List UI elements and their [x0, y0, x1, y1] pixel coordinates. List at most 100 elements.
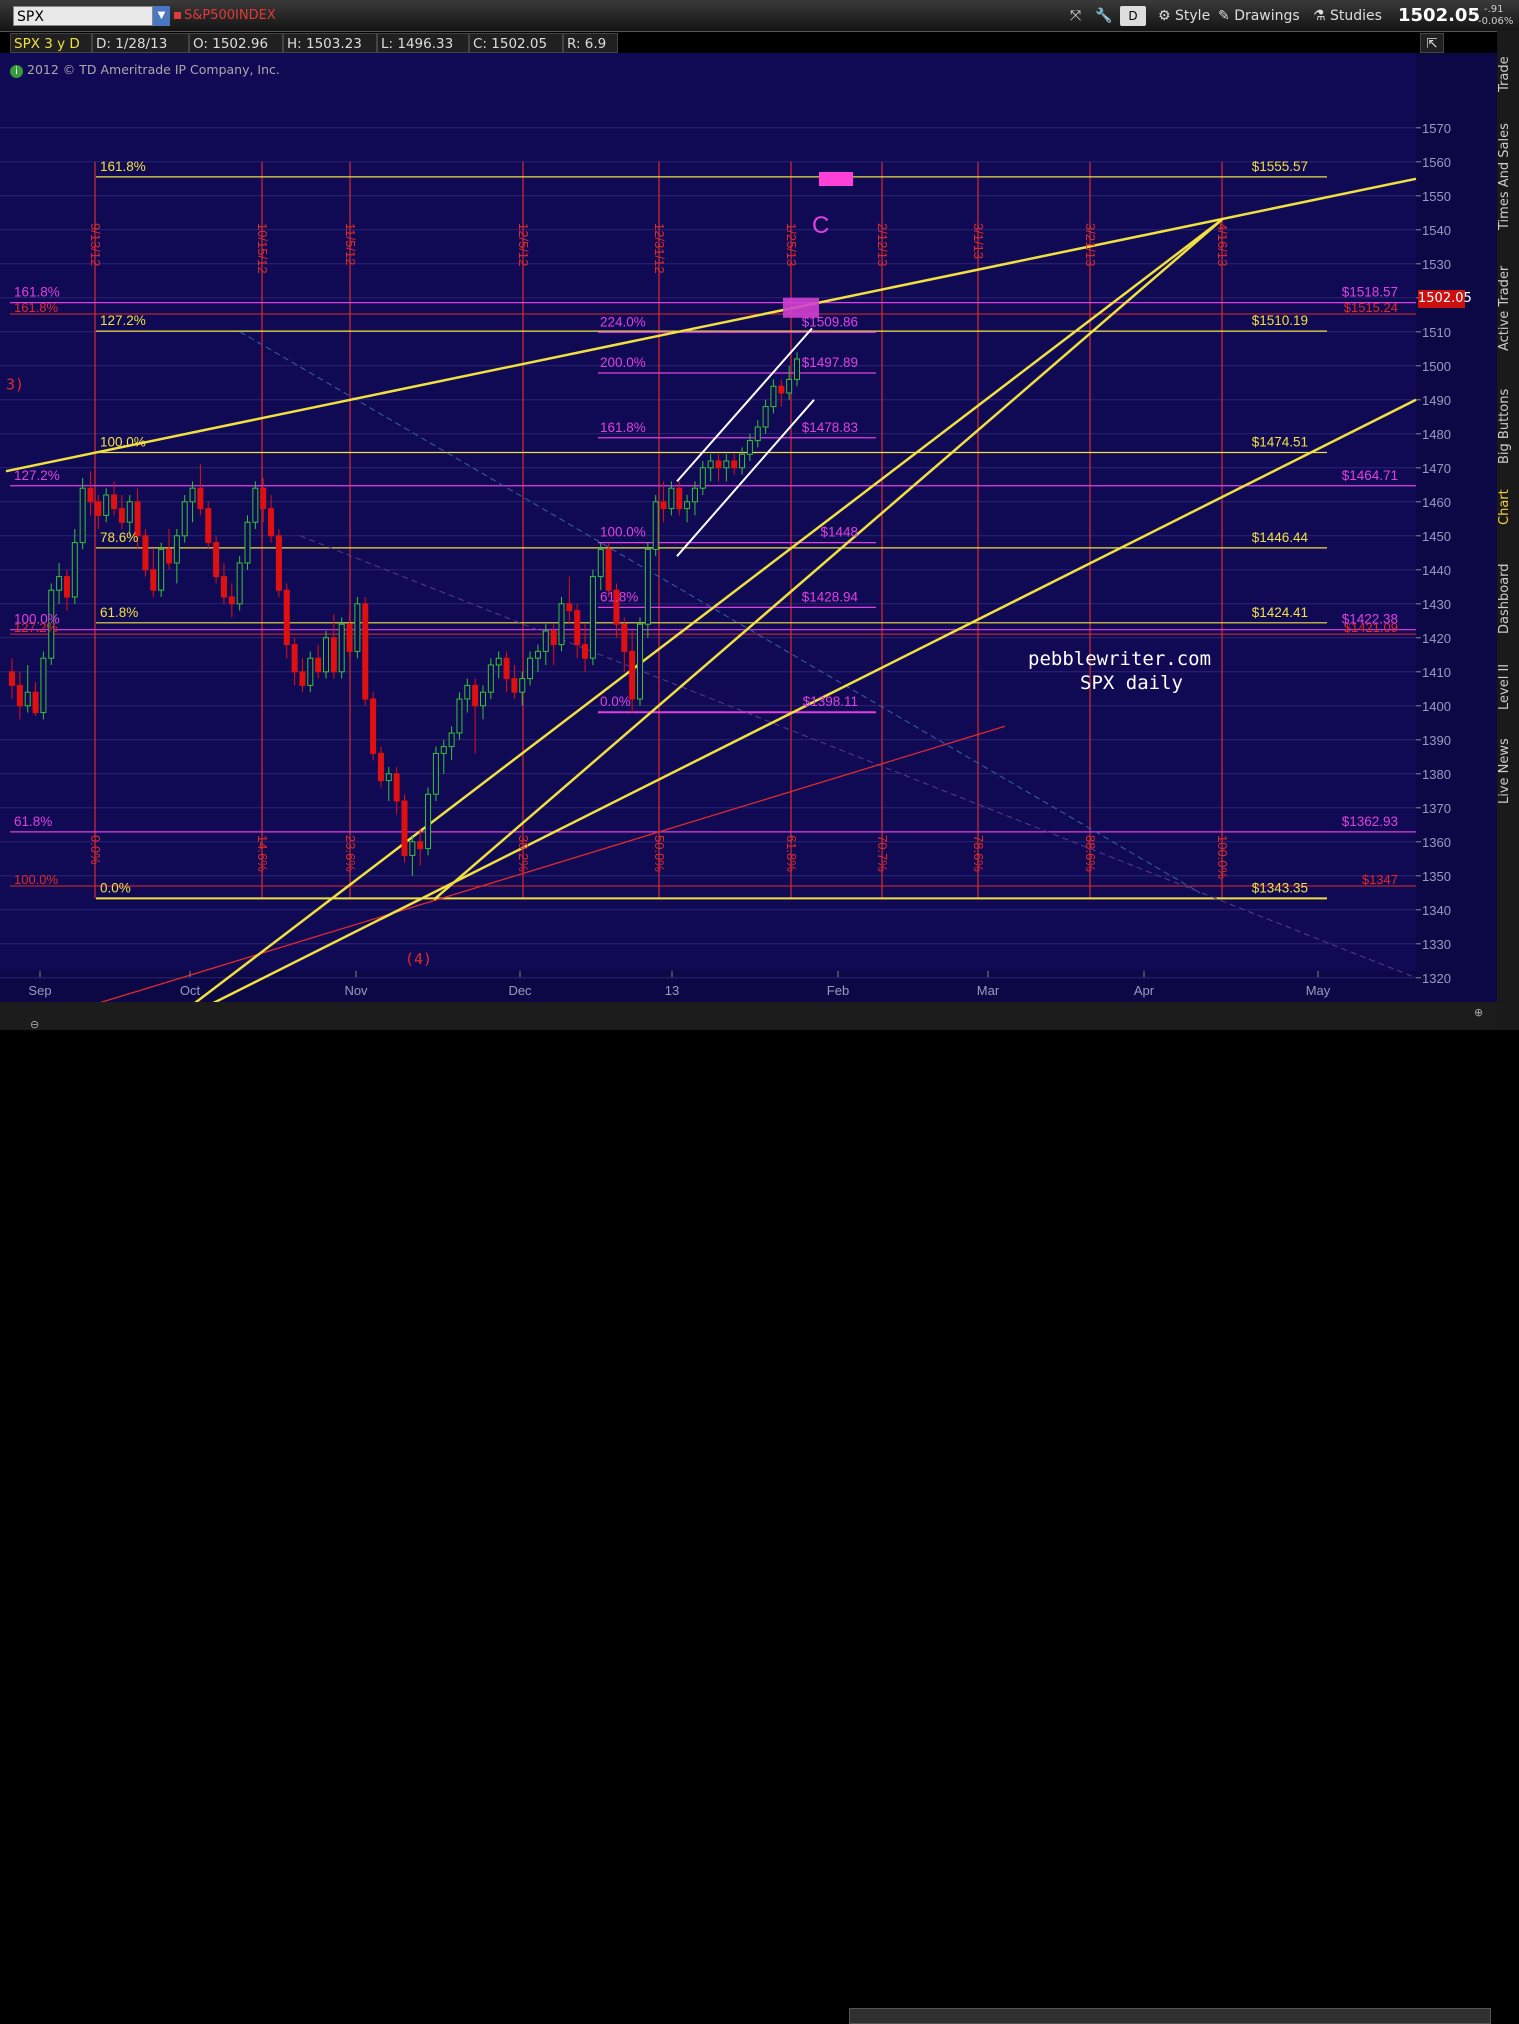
y-tick-label: 1370 — [1422, 801, 1451, 816]
zoom-icon[interactable]: ⤧ — [1070, 6, 1081, 26]
target-box-upper — [819, 172, 853, 186]
time-scrollbar[interactable] — [849, 2008, 1491, 2024]
candle-body — [691, 487, 698, 503]
candle-body — [739, 453, 746, 469]
candle-body — [582, 644, 589, 659]
candle-body — [323, 637, 329, 673]
candle-body — [362, 603, 369, 700]
time-pct-label: 38.2% — [516, 835, 531, 872]
candle-body — [32, 691, 39, 714]
time-date-label: 12/31/12 — [652, 223, 667, 274]
mid-fib-price: $1448 — [820, 525, 858, 540]
candle-body — [684, 501, 691, 510]
cursor-mode-icon[interactable]: ⇱ — [1420, 33, 1444, 53]
candle-body — [480, 691, 486, 707]
candle-body — [605, 548, 612, 591]
chart-plot[interactable]: 9/13/12 0.0% 10/15/12 14.6% 11/5/12 23.6% 12/5… — [0, 31, 1497, 1003]
y-tick-label: 1360 — [1422, 835, 1451, 850]
y-tick-label: 1320 — [1422, 971, 1451, 986]
candle-body — [676, 487, 683, 510]
candle-body — [707, 460, 714, 469]
y-tick-label: 1500 — [1422, 359, 1451, 374]
tab-trade[interactable]: Trade — [1497, 39, 1519, 109]
period-d-button[interactable]: D — [1120, 6, 1146, 26]
yellow-level-pct: 78.6% — [100, 530, 138, 545]
candle-body — [9, 671, 15, 686]
mid-fib-price: $1398.11 — [803, 694, 858, 709]
time-pct-label: 61.8% — [784, 835, 799, 872]
range-field: R: 6.9 — [563, 33, 618, 53]
candle-body — [315, 657, 322, 673]
mid-fib-pct: 161.8% — [600, 420, 646, 435]
wrench-icon[interactable]: 🔧 — [1095, 6, 1112, 26]
yellow-level-pct: 61.8% — [100, 605, 138, 620]
symbol-dropdown-button[interactable]: ▼ — [153, 6, 170, 26]
mid-fib-pct: 224.0% — [600, 314, 646, 329]
y-tick-label: 1530 — [1422, 257, 1451, 272]
y-tick-label: 1380 — [1422, 767, 1451, 782]
tab-level-ii[interactable]: Level II — [1497, 657, 1519, 717]
symbol-description-text: S&P500INDEX — [184, 8, 276, 23]
price-change: -.91 — [1484, 4, 1504, 15]
studies-label: Studies — [1330, 8, 1382, 24]
candle-body — [786, 378, 793, 394]
info-icon[interactable]: i — [10, 65, 23, 78]
style-button[interactable]: ⚙ Style — [1158, 6, 1210, 26]
time-pct-label: 70.7% — [875, 835, 890, 872]
magenta-level-price: $1422.38 — [1342, 612, 1398, 627]
candle-body — [534, 650, 541, 659]
symbol-description: S&P500INDEX — [174, 8, 276, 23]
candle-body — [197, 487, 204, 510]
y-tick-label: 1460 — [1422, 495, 1451, 510]
symbol-input[interactable]: SPX — [13, 6, 153, 26]
candle-body — [213, 542, 220, 578]
side-tabs: Trade Times And Sales Active Trader Big … — [1497, 31, 1519, 1030]
y-tick-label: 1440 — [1422, 563, 1451, 578]
x-tick-label: May — [1306, 983, 1331, 998]
tab-times-and-sales[interactable]: Times And Sales — [1497, 115, 1519, 239]
candle-body — [142, 535, 149, 571]
candle-body — [16, 684, 23, 707]
red-level-pct: 161.8% — [14, 300, 59, 315]
candle-body — [40, 657, 47, 714]
candle-body — [260, 487, 267, 510]
mid-fib-price: $1497.89 — [802, 355, 858, 370]
tab-chart[interactable]: Chart — [1497, 481, 1519, 533]
candle-body — [87, 487, 94, 503]
drawings-button[interactable]: ✎ Drawings — [1218, 6, 1300, 26]
candle-body — [417, 841, 424, 850]
zoom-out-icon[interactable]: ⊖ — [30, 1018, 39, 1031]
zoom-in-icon[interactable]: ⊕ — [1474, 1006, 1483, 1019]
x-tick-label: Dec — [508, 983, 532, 998]
candle-body — [307, 657, 314, 686]
drawings-label: Drawings — [1234, 8, 1300, 24]
time-pct-label: 0.0% — [88, 835, 103, 865]
candle-body — [205, 508, 212, 544]
y-tick-label: 1570 — [1422, 121, 1451, 136]
y-tick-label: 1340 — [1422, 903, 1451, 918]
yellow-level-pct: 127.2% — [100, 313, 146, 328]
candle-body — [346, 623, 353, 652]
tab-big-buttons[interactable]: Big Buttons — [1497, 381, 1519, 471]
red-level-pct: 100.0% — [14, 872, 59, 887]
tab-active-trader[interactable]: Active Trader — [1497, 253, 1519, 363]
candle-body — [715, 460, 722, 469]
candle-body — [487, 664, 494, 693]
candle-body — [385, 773, 392, 782]
x-tick-label: Feb — [827, 983, 849, 998]
candle-body — [228, 596, 235, 605]
y-tick-label: 1540 — [1422, 223, 1451, 238]
candle-body — [448, 732, 455, 748]
tab-live-news[interactable]: Live News — [1497, 731, 1519, 811]
studies-button[interactable]: ⚗ Studies — [1313, 6, 1382, 26]
yellow-level-pct: 100.0% — [100, 434, 146, 449]
mid-fib-price: $1428.94 — [802, 589, 859, 604]
candle-body — [126, 501, 133, 523]
candle-body — [699, 467, 706, 489]
candle-body — [299, 671, 306, 686]
period-field[interactable]: SPX 3 y D — [10, 33, 92, 53]
candle-body — [268, 508, 275, 537]
tab-dashboard[interactable]: Dashboard — [1497, 557, 1519, 641]
candle-body — [252, 487, 259, 523]
magenta-level-price: $1362.93 — [1342, 814, 1398, 829]
